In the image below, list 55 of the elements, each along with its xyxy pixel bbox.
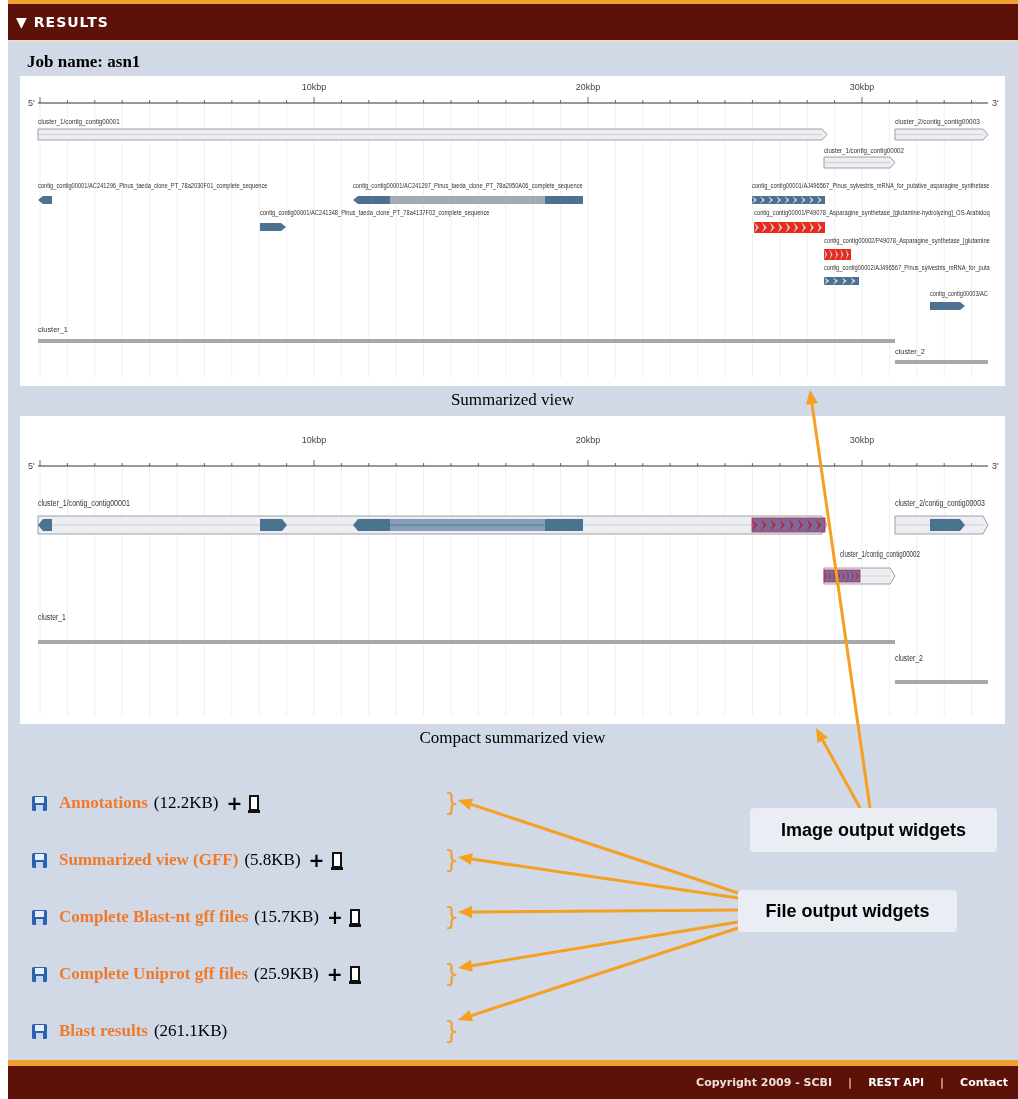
track-label: cluster_1/contig_contig00001 xyxy=(38,497,130,508)
scale-label: 20kbp xyxy=(575,434,601,445)
save-icon[interactable] xyxy=(32,853,47,868)
section-title: RESULTS xyxy=(33,14,109,30)
bracket-mark: } xyxy=(444,846,460,875)
file-size: (5.8KB) xyxy=(244,850,301,871)
scale-label: 30kbp xyxy=(849,82,875,93)
strand-end-label: 3' xyxy=(992,98,999,109)
footer-separator: | xyxy=(848,1076,853,1089)
scale-label: 10kbp xyxy=(301,434,327,445)
notebook-icon[interactable] xyxy=(348,908,361,927)
save-icon[interactable] xyxy=(32,796,47,811)
footer-text: Copyright 2009 - SCBI xyxy=(696,1076,833,1089)
strand-end-label: 5' xyxy=(28,460,35,471)
view-caption: Compact summarized view xyxy=(418,726,607,749)
scale-label: 30kbp xyxy=(849,434,875,445)
bracket-mark: } xyxy=(444,960,460,989)
file-size: (261.1KB) xyxy=(153,1021,228,1042)
scale-label: 10kbp xyxy=(301,82,327,93)
strand-end-label: 3' xyxy=(992,460,999,471)
save-icon[interactable] xyxy=(32,1024,47,1039)
footer-link[interactable]: Contact xyxy=(960,1076,1008,1089)
track-label: cluster_1 xyxy=(38,611,66,622)
bracket-mark: } xyxy=(444,1017,460,1046)
notebook-icon[interactable] xyxy=(348,965,361,984)
track-label: cluster_2 xyxy=(895,652,923,663)
footer-separator: | xyxy=(940,1076,945,1089)
results-header[interactable]: ▼ RESULTS xyxy=(8,0,1018,42)
job-name: Job name: asn1 xyxy=(27,52,142,73)
notebook-icon[interactable] xyxy=(330,851,343,870)
track-label: cluster_1 xyxy=(38,324,68,335)
strand-end-label: 5' xyxy=(28,98,35,109)
add-button[interactable]: + xyxy=(226,792,243,815)
scale-label: 20kbp xyxy=(575,82,601,93)
save-icon[interactable] xyxy=(32,910,47,925)
callout-label: File output widgets xyxy=(738,890,957,932)
footer-link[interactable]: REST API xyxy=(868,1076,925,1089)
bracket-mark: } xyxy=(444,903,460,932)
bracket-mark: } xyxy=(444,789,460,818)
callout-label: Image output widgets xyxy=(750,808,997,852)
notebook-icon[interactable] xyxy=(248,794,261,813)
track-label: cluster_2/contig_contig00003 xyxy=(895,497,985,508)
collapse-toggle[interactable]: ▼ xyxy=(16,14,28,30)
view-caption: Summarized view xyxy=(449,389,576,412)
save-icon[interactable] xyxy=(32,967,47,982)
file-size: (12.2KB) xyxy=(153,793,219,814)
add-button[interactable]: + xyxy=(326,963,343,986)
track-label: cluster_1/contig_contig00002 xyxy=(840,548,920,559)
file-size: (15.7KB) xyxy=(254,907,320,928)
add-button[interactable]: + xyxy=(308,849,325,872)
track-label: cluster_2/contig_contig00003 xyxy=(895,116,980,127)
file-size: (25.9KB) xyxy=(254,964,319,985)
track-label: cluster_2 xyxy=(895,346,925,357)
track-label: cluster_1/contig_contig00001 xyxy=(38,116,120,127)
add-button[interactable]: + xyxy=(327,906,343,929)
